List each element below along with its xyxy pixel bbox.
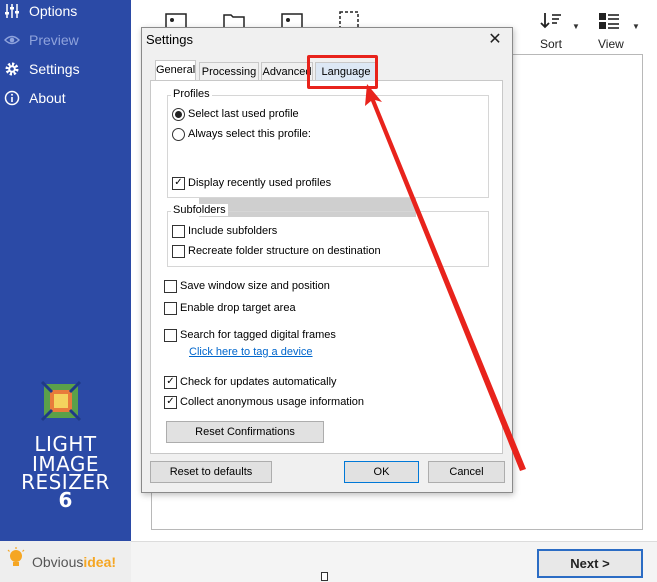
next-button[interactable]: Next > [537,549,643,578]
view-button[interactable]: ▼ View [594,12,642,52]
reset-confirmations-button[interactable]: Reset Confirmations [166,421,324,443]
tab-general[interactable]: General [155,60,196,81]
checkbox-recreate-structure[interactable]: Recreate folder structure on destination [172,243,381,259]
sidebar: Options Preview Settings About LIGHT IMA… [0,0,131,582]
sort-label: Sort [540,37,563,51]
radio-button[interactable] [172,127,185,141]
checkbox-drop-target[interactable]: Enable drop target area [164,300,296,316]
checkbox-check-updates[interactable]: ✓ Check for updates automatically [164,374,337,390]
checkbox-label: Check for updates automatically [180,376,337,388]
radio-button[interactable] [172,107,185,121]
radio-always-select[interactable]: Always select this profile: [172,126,311,142]
tag-device-link[interactable]: Click here to tag a device [189,346,313,358]
checkbox[interactable] [164,279,177,293]
checkbox-label: Recreate folder structure on destination [188,245,381,257]
ok-button[interactable]: OK [344,461,419,483]
checkbox-display-recent[interactable]: ✓ Display recently used profiles [172,175,331,191]
lightbulb-icon [6,547,26,576]
reset-defaults-button[interactable]: Reset to defaults [150,461,272,483]
sort-button[interactable]: ▼ Sort [532,12,580,52]
chevron-down-icon: ▼ [572,22,580,31]
sliders-icon [4,3,20,19]
checkbox-label: Collect anonymous usage information [180,396,365,408]
eye-icon [4,32,20,48]
checkbox-label: Include subfolders [188,225,278,237]
cancel-button[interactable]: Cancel [428,461,505,483]
sidebar-item-settings[interactable]: Settings [4,58,80,80]
info-icon [4,90,20,106]
checkbox-label: Enable drop target area [180,302,296,314]
checkbox-label: Search for tagged digital frames [180,329,336,341]
sidebar-item-label: Preview [29,32,79,48]
tab-advanced[interactable]: Advanced [261,62,313,81]
sidebar-item-label: Options [29,3,78,19]
mouse-cursor-icon [321,572,328,581]
checkbox[interactable] [164,301,177,315]
general-tab-panel: Profiles Select last used profile Always… [150,80,503,454]
group-label: Subfolders [171,204,228,216]
sidebar-item-label: Settings [29,61,80,77]
checkbox-tagged-frames[interactable]: Search for tagged digital frames [164,327,336,343]
close-icon[interactable]: ✕ [484,30,506,50]
checkbox[interactable]: ✓ [172,176,185,190]
checkbox[interactable] [172,244,185,258]
view-list-icon [598,12,620,33]
highlight-box [307,55,378,89]
dialog-title: Settings [146,32,193,47]
tab-processing[interactable]: Processing [199,62,259,81]
radio-label: Always select this profile: [188,128,311,140]
checkbox-label: Save window size and position [180,280,330,292]
checkbox-include-subfolders[interactable]: Include subfolders [172,223,277,239]
chevron-down-icon: ▼ [632,22,640,31]
company-name: Obviousidea! [32,553,117,570]
company-logo[interactable]: Obviousidea! [0,541,131,582]
settings-dialog: Settings ✕ General Processing Advanced L… [141,27,513,493]
checkbox-usage-info[interactable]: ✓ Collect anonymous usage information [164,394,364,410]
checkbox[interactable]: ✓ [164,375,177,389]
sidebar-item-about[interactable]: About [4,87,66,109]
checkbox-save-window[interactable]: Save window size and position [164,278,330,294]
radio-last-used[interactable]: Select last used profile [172,106,299,122]
sidebar-item-options[interactable]: Options [4,0,77,22]
sort-icon [540,12,562,33]
brand-version: 6 [58,488,73,512]
checkbox[interactable] [164,328,177,342]
sidebar-item-label: About [29,90,66,106]
sidebar-item-preview[interactable]: Preview [4,29,79,51]
view-label: View [598,37,624,51]
app-logo [40,380,82,422]
group-label: Profiles [171,88,212,100]
checkbox[interactable] [172,224,185,238]
checkbox-label: Display recently used profiles [188,177,332,189]
radio-label: Select last used profile [188,108,299,120]
gear-icon [4,61,20,77]
checkbox[interactable]: ✓ [164,395,177,409]
